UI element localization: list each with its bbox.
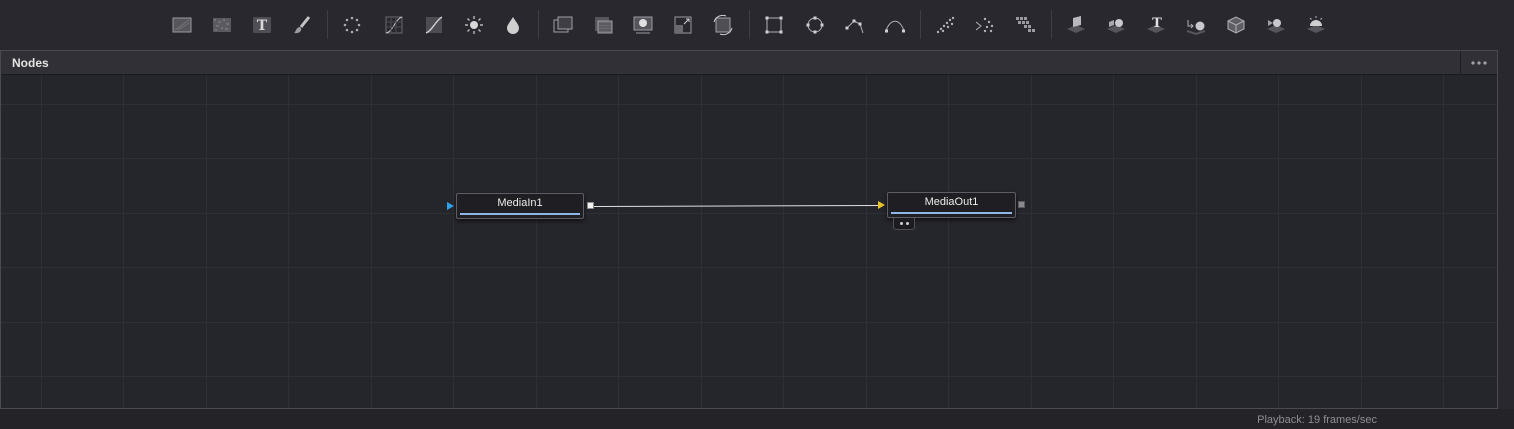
particle-emitter-icon <box>936 16 955 34</box>
panel-header: Nodes <box>1 51 1497 75</box>
tool-particle-emitter-button[interactable] <box>931 11 959 39</box>
camera-3d-icon <box>1267 19 1285 33</box>
tool-text-3d-button[interactable]: T <box>1142 11 1170 39</box>
tool-color-droplet-button[interactable] <box>499 11 527 39</box>
mediaout1-output-port[interactable] <box>1018 201 1025 208</box>
node-label: MediaOut1 <box>924 196 979 208</box>
particle-grid-icon <box>1016 17 1035 32</box>
glow-icon <box>465 16 483 34</box>
tool-particle-render-button[interactable] <box>971 11 999 39</box>
tool-fast-noise-button[interactable] <box>208 11 236 39</box>
playback-status: Playback: 19 frames/sec <box>1257 414 1377 426</box>
tool-channel-boolean-button[interactable] <box>589 11 617 39</box>
tool-merge-3d-button[interactable] <box>1182 11 1210 39</box>
node-graph-canvas[interactable]: MediaIn1 MediaOut1 <box>1 75 1497 408</box>
toolbar-separator <box>749 10 750 39</box>
spotlight-3d-icon <box>1307 16 1325 33</box>
tool-ellipse-mask-button[interactable] <box>801 11 829 39</box>
tool-toolbar: T T <box>0 0 1514 50</box>
tool-background-button[interactable] <box>168 11 196 39</box>
tool-merge-button[interactable] <box>549 11 577 39</box>
shape-3d-icon <box>1107 19 1125 33</box>
tool-blur-button[interactable] <box>338 11 366 39</box>
tool-resize-button[interactable] <box>669 11 697 39</box>
view-dot-icon <box>905 222 909 225</box>
merge-3d-icon <box>1186 20 1206 36</box>
resize-icon <box>674 16 692 34</box>
ellipse-mask-icon <box>806 16 824 34</box>
tool-polygon-mask-button[interactable] <box>841 11 869 39</box>
text-3d-icon: T <box>1147 16 1165 33</box>
image-plane-3d-icon <box>1067 16 1085 33</box>
mediaout1-view-toggle[interactable] <box>893 218 915 230</box>
tool-image-plane-3d-button[interactable] <box>1062 11 1090 39</box>
tool-spotlight-3d-button[interactable] <box>1302 11 1330 39</box>
node-mediaout1[interactable]: MediaOut1 <box>887 192 1016 218</box>
mediain1-output-port[interactable] <box>587 202 594 209</box>
color-corrector-icon <box>425 16 443 34</box>
mediaout1-input-port[interactable] <box>878 201 885 209</box>
node-connection-line <box>593 205 880 207</box>
node-mediain1[interactable]: MediaIn1 <box>456 193 584 219</box>
tool-paint-button[interactable] <box>288 11 316 39</box>
merge-icon <box>553 16 573 33</box>
renderer-3d-icon <box>1227 16 1245 34</box>
fast-noise-icon <box>213 18 231 32</box>
mediain1-input-port[interactable] <box>447 202 454 210</box>
particle-render-icon <box>975 17 994 33</box>
text-3d-tool-glyph: T <box>1152 16 1162 31</box>
bspline-mask-icon <box>885 20 905 33</box>
toolbar-separator <box>327 10 328 39</box>
rectangle-mask-icon <box>765 16 783 34</box>
polygon-mask-icon <box>845 19 864 34</box>
node-status-bar <box>460 213 580 215</box>
toolbar-separator <box>920 10 921 39</box>
status-bar: Playback: 19 frames/sec <box>0 409 1514 429</box>
toolbar-separator <box>538 10 539 39</box>
color-curves-icon <box>385 16 403 34</box>
tool-particle-grid-button[interactable] <box>1011 11 1039 39</box>
panel-title: Nodes <box>12 56 49 70</box>
text-icon: T <box>253 17 271 34</box>
tool-color-corrector-button[interactable] <box>420 11 448 39</box>
transform-icon <box>713 14 733 36</box>
tool-matte-control-button[interactable] <box>629 11 657 39</box>
toolbar-separator <box>1051 10 1052 39</box>
node-grid <box>1 75 1497 408</box>
text-tool-glyph: T <box>257 18 268 34</box>
tool-transform-button[interactable] <box>709 11 737 39</box>
node-status-bar <box>891 212 1012 214</box>
paint-icon <box>294 16 311 34</box>
color-droplet-icon <box>507 17 519 34</box>
channel-boolean-icon <box>595 17 613 34</box>
tool-shape-3d-button[interactable] <box>1102 11 1130 39</box>
tool-bspline-mask-button[interactable] <box>881 11 909 39</box>
nodes-panel: Nodes MediaIn1 MediaOut1 <box>0 50 1498 409</box>
tool-rectangle-mask-button[interactable] <box>760 11 788 39</box>
tool-color-curves-button[interactable] <box>380 11 408 39</box>
tool-text-button[interactable]: T <box>248 11 276 39</box>
matte-control-icon <box>633 16 653 34</box>
node-label: MediaIn1 <box>497 197 543 209</box>
tool-renderer-3d-button[interactable] <box>1222 11 1250 39</box>
background-icon <box>172 17 192 33</box>
tool-camera-3d-button[interactable] <box>1262 11 1290 39</box>
view-dot-icon <box>899 222 903 225</box>
more-options-icon <box>1471 60 1487 65</box>
panel-options-button[interactable] <box>1460 51 1497 74</box>
tool-glow-button[interactable] <box>460 11 488 39</box>
blur-icon <box>343 16 361 34</box>
